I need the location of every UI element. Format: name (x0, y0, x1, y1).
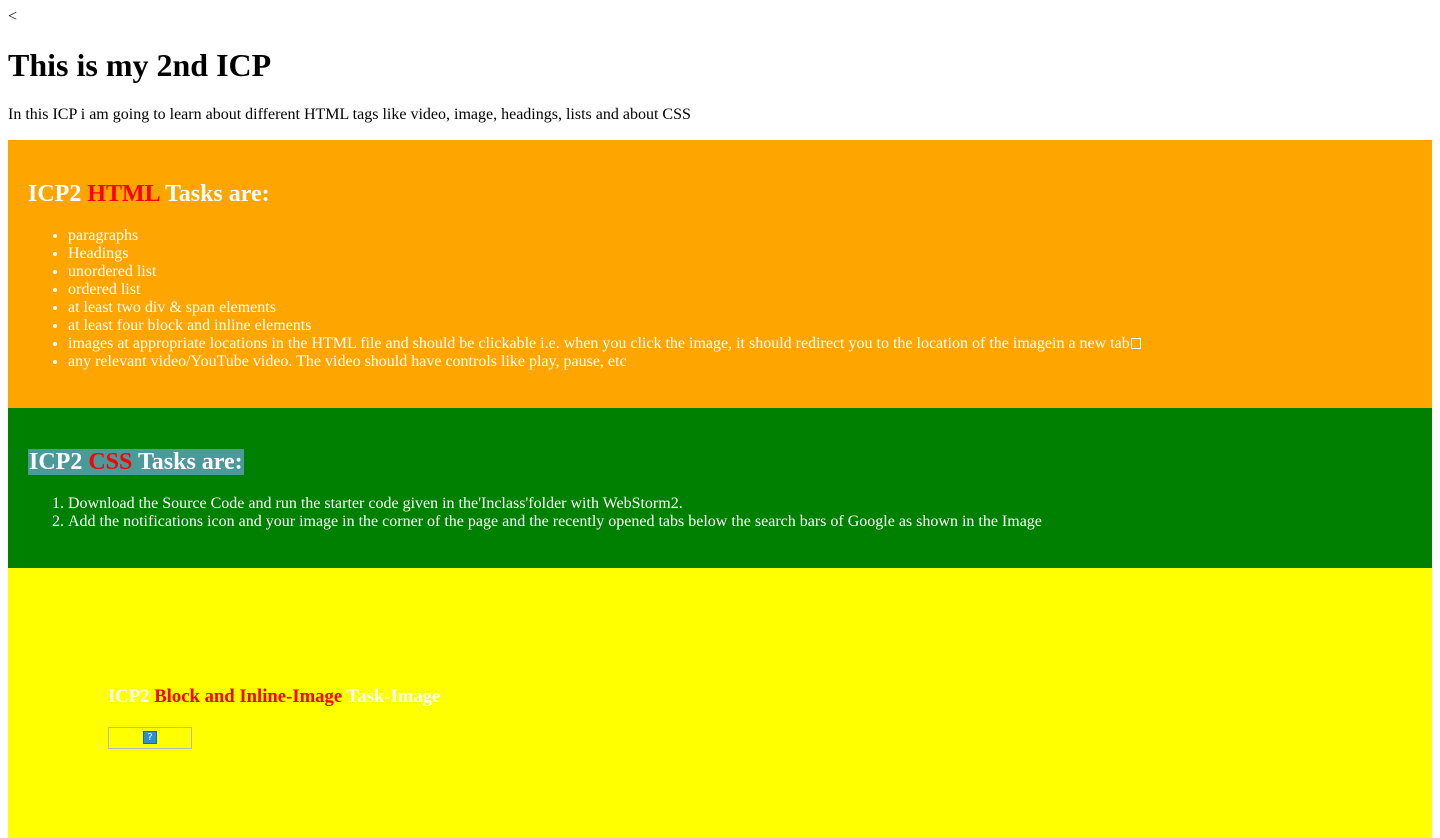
task-image-link[interactable]: ? (108, 727, 192, 749)
image-heading-suffix: Task-Image (346, 686, 441, 707)
intro-paragraph: In this ICP i am going to learn about di… (8, 106, 691, 123)
css-tasks-heading: ICP2 CSS Tasks are: (28, 448, 244, 476)
image-heading-prefix: ICP2 (108, 686, 150, 707)
list-item: unordered list (68, 263, 1141, 281)
list-item: at least two div & span elements (68, 299, 1141, 317)
css-task-list: Download the Source Code and run the sta… (28, 495, 1042, 531)
css-heading-highlight-box: ICP2 CSS Tasks are: (28, 449, 244, 475)
list-item: Headings (68, 245, 1141, 263)
list-item: Download the Source Code and run the sta… (68, 495, 1042, 513)
list-item: paragraphs (68, 227, 1141, 245)
broken-image-icon: ? (143, 731, 157, 744)
list-item: Add the notifications icon and your imag… (68, 513, 1042, 531)
html-heading-suffix: Tasks are: (164, 181, 270, 207)
image-heading-highlight: Block and Inline-Image (154, 686, 343, 707)
list-item: ordered list (68, 281, 1141, 299)
missing-glyph-box-icon (1130, 338, 1141, 349)
list-item-text: images at appropriate locations in the H… (68, 335, 1130, 352)
html-task-list: paragraphs Headings unordered list order… (28, 227, 1141, 371)
image-task-section: ICP2 Block and Inline-Image Task-Image ? (8, 568, 1432, 838)
html-heading-highlight: HTML (87, 181, 160, 207)
list-item: at least four block and inline elements (68, 317, 1141, 335)
list-item: images at appropriate locations in the H… (68, 335, 1141, 353)
css-heading-prefix: ICP2 (29, 449, 83, 475)
css-heading-suffix: Tasks are: (137, 449, 243, 475)
list-item: any relevant video/YouTube video. The vi… (68, 353, 1141, 371)
page-title: This is my 2nd ICP (8, 47, 272, 83)
css-heading-highlight: CSS (88, 449, 133, 475)
html-heading-prefix: ICP2 (28, 181, 82, 207)
html-tasks-heading: ICP2 HTML Tasks are: (28, 180, 270, 208)
html-tasks-section: ICP2 HTML Tasks are: paragraphs Headings… (8, 140, 1432, 408)
image-task-heading: ICP2 Block and Inline-Image Task-Image (108, 686, 440, 708)
css-tasks-section: ICP2 CSS Tasks are: Download the Source … (8, 408, 1432, 568)
stray-character: < (8, 8, 18, 25)
